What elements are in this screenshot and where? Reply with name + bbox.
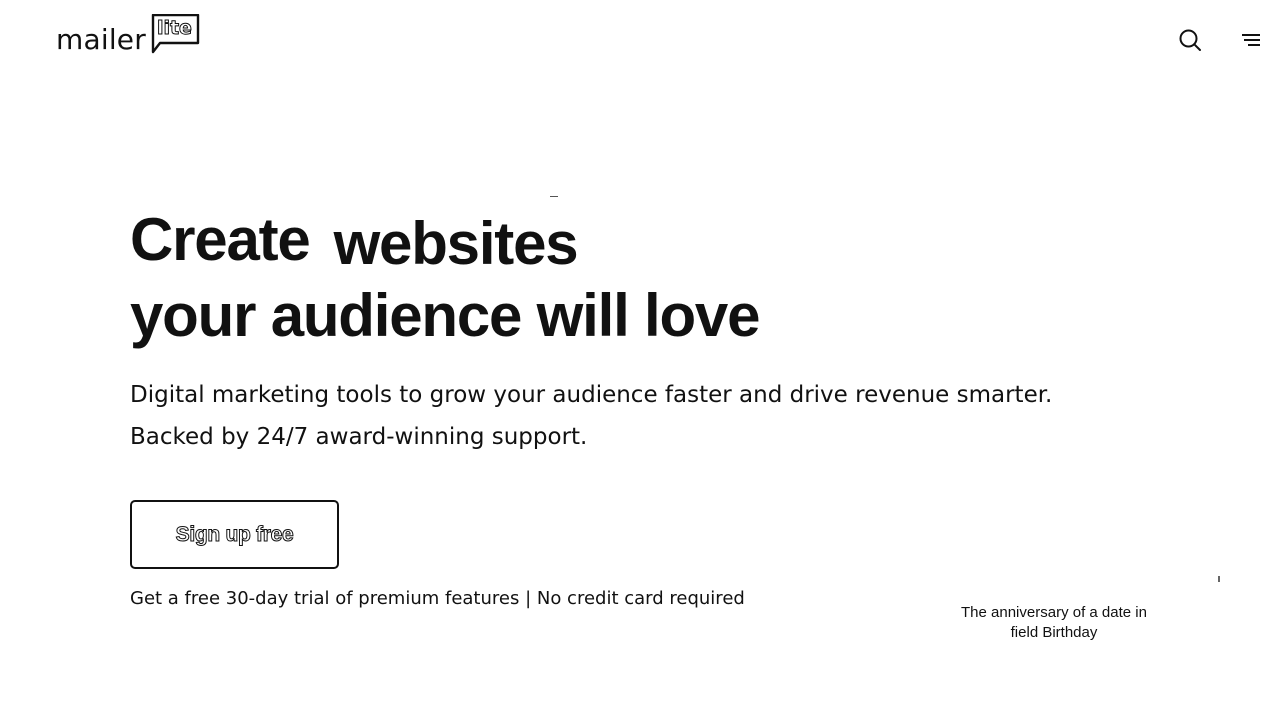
hero-headline: Create websites your audience will love [130, 196, 760, 354]
automation-trigger-caption: The anniversary of a date in field Birth… [944, 603, 1164, 643]
trial-note: Get a free 30-day trial of premium featu… [130, 588, 745, 609]
headline-line-1: Create websites [130, 202, 759, 278]
subheading-line-2: Backed by 24/7 award-winning support. [130, 424, 588, 450]
menu-button[interactable] [1232, 24, 1264, 56]
menu-icon [1242, 34, 1260, 46]
site-header: mailer lite [0, 0, 1280, 80]
search-button[interactable] [1174, 24, 1206, 56]
search-icon [1179, 29, 1201, 51]
headline-line-2: your audience will love [130, 282, 760, 349]
caption-line-1: The anniversary of a date in [961, 604, 1147, 621]
decorative-dot [1218, 576, 1220, 582]
logo-badge-label: lite [156, 17, 192, 40]
sign-up-free-button[interactable]: Sign up free [130, 500, 339, 569]
caption-line-2: field Birthday [1010, 624, 1098, 641]
typing-caret [550, 196, 558, 197]
hero-subheading: Digital marketing tools to grow your aud… [130, 374, 1150, 458]
logo-wordmark: mailer [56, 23, 146, 56]
headline-prefix: Create [130, 206, 311, 273]
page: mailer lite Create websites your audienc… [0, 0, 1280, 714]
headline-rotating-word: websites [333, 210, 579, 277]
mailerlite-logo[interactable]: mailer lite [56, 14, 200, 54]
subheading-line-1: Digital marketing tools to grow your aud… [130, 382, 1053, 408]
logo-badge: lite [150, 14, 200, 54]
